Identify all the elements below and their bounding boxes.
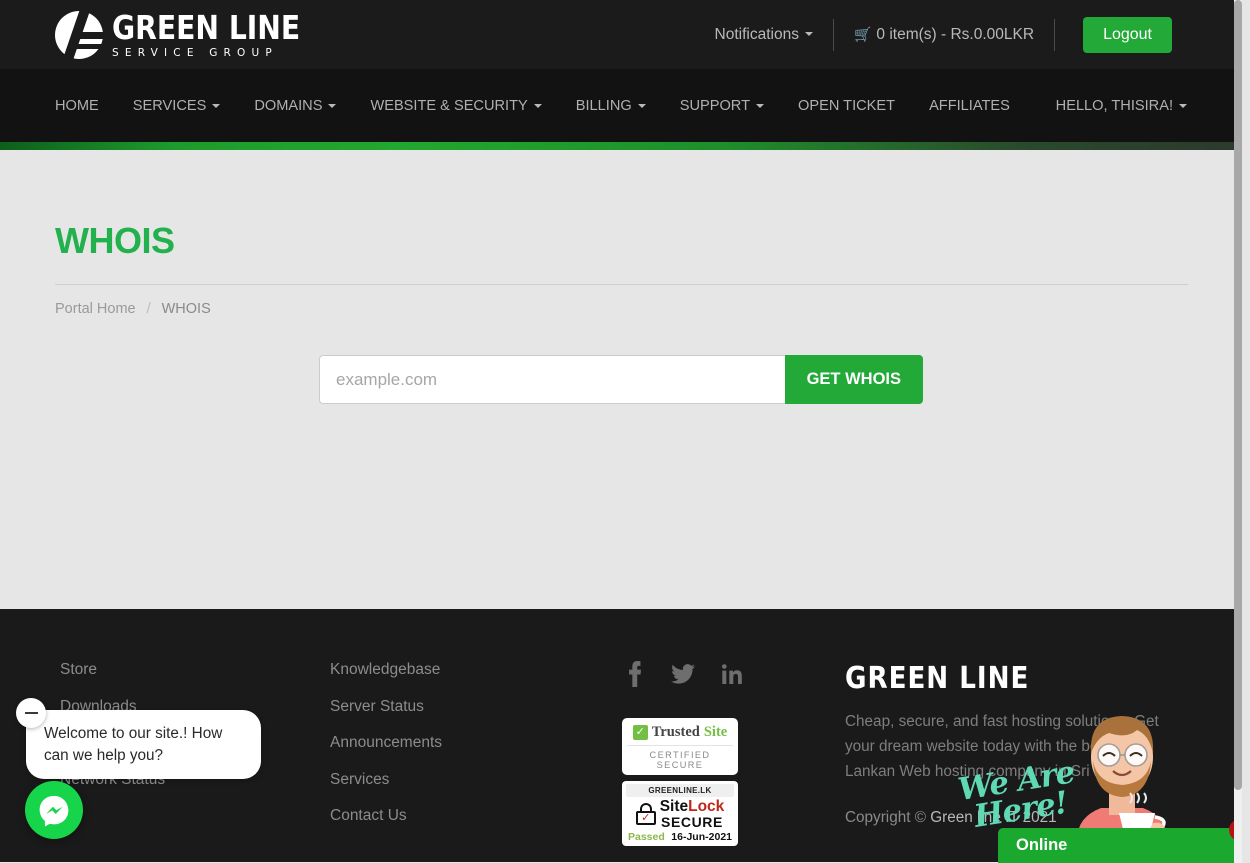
chevron-down-icon bbox=[637, 103, 646, 108]
footer-copyright: Copyright © Green line IT 2021 bbox=[845, 809, 1187, 827]
footer-description: Cheap, secure, and fast hosting solution… bbox=[845, 713, 1159, 780]
accent-strip bbox=[0, 142, 1242, 150]
minimize-icon bbox=[24, 711, 38, 715]
footer-logo: GREEN LINE bbox=[845, 661, 1030, 696]
linkedin-icon[interactable] bbox=[722, 661, 742, 692]
lock-icon: ✓ bbox=[635, 803, 656, 826]
nav-item-domains[interactable]: DOMAINS bbox=[254, 97, 337, 114]
sitelock-name-2: Lock bbox=[688, 798, 725, 815]
nav-item-billing[interactable]: BILLING bbox=[576, 98, 646, 114]
breadcrumb-separator: / bbox=[146, 301, 151, 317]
nav-label: WEBSITE & SECURITY bbox=[370, 97, 528, 114]
sitelock-date: 16-Jun-2021 bbox=[671, 831, 732, 844]
nav-label: OPEN TICKET bbox=[798, 97, 896, 114]
footer-column-support: Knowledgebase Server Status Announcement… bbox=[330, 661, 620, 862]
footer-link-services[interactable]: Services bbox=[330, 771, 620, 789]
logout-button[interactable]: Logout bbox=[1083, 16, 1172, 53]
chevron-down-icon bbox=[533, 103, 542, 108]
get-whois-button[interactable]: GET WHOIS bbox=[784, 355, 923, 404]
chat-minimize-button[interactable] bbox=[16, 698, 46, 728]
chevron-down-icon bbox=[804, 32, 813, 37]
nav-label: DOMAINS bbox=[254, 97, 323, 114]
whois-domain-input[interactable] bbox=[319, 355, 785, 404]
nav-label: BILLING bbox=[575, 97, 632, 114]
page-title: WHOIS bbox=[55, 220, 175, 261]
check-icon: ✓ bbox=[632, 725, 648, 740]
chevron-down-icon bbox=[212, 103, 221, 108]
sitelock-passed: Passed bbox=[628, 831, 665, 844]
notifications-dropdown[interactable]: Notifications bbox=[695, 26, 833, 44]
footer-link-contact-us[interactable]: Contact Us bbox=[330, 807, 620, 825]
footer-link-knowledgebase[interactable]: Knowledgebase bbox=[330, 661, 620, 679]
breadcrumb: Portal Home / WHOIS bbox=[55, 301, 1187, 317]
divider bbox=[1054, 18, 1056, 51]
cart-link[interactable]: 🛒 0 item(s) - Rs.0.00LKR bbox=[834, 26, 1054, 44]
trustedsite-title-2: Site bbox=[703, 724, 728, 740]
trustedsite-subtitle: CERTIFIED SECURE bbox=[627, 745, 733, 770]
logo-mark-icon bbox=[55, 7, 107, 64]
chat-welcome-bubble[interactable]: Welcome to our site.! How can we help yo… bbox=[26, 710, 261, 780]
nav-item-website-security[interactable]: WEBSITE & SECURITY bbox=[370, 97, 542, 114]
sitelock-name-1: Site bbox=[659, 798, 689, 815]
nav-item-user-menu[interactable]: HELLO, THISIRA! bbox=[1056, 98, 1187, 114]
title-divider bbox=[55, 284, 1188, 285]
nav-label: HOME bbox=[55, 97, 99, 114]
nav-label: SUPPORT bbox=[679, 97, 751, 114]
live-chat-online-bar[interactable]: Online 1 bbox=[998, 819, 1242, 863]
page-scrollbar[interactable] bbox=[1234, 0, 1242, 863]
trustedsite-title-1: Trusted bbox=[651, 724, 700, 740]
footer-link-announcements[interactable]: Announcements bbox=[330, 734, 620, 752]
top-bar: GREEN LINE SERVICE GROUP Notifications 🛒… bbox=[0, 0, 1242, 69]
nav-item-support[interactable]: SUPPORT bbox=[679, 97, 765, 114]
main-content: WHOIS Portal Home / WHOIS GET WHOIS bbox=[0, 150, 1242, 609]
trustedsite-badge: ✓ Trusted Site CERTIFIED SECURE bbox=[622, 718, 738, 775]
copyright-prefix: Copyright © bbox=[845, 809, 931, 827]
nav-item-home[interactable]: HOME bbox=[55, 98, 99, 114]
top-bar-right: Notifications 🛒 0 item(s) - Rs.0.00LKR Lo… bbox=[695, 16, 1172, 53]
sitelock-secure: SECURE bbox=[661, 813, 723, 830]
logo-title: GREEN LINE bbox=[112, 7, 301, 47]
main-navigation: HOME SERVICES DOMAINS WEBSITE & SECURITY… bbox=[0, 69, 1242, 142]
nav-user-label: HELLO, THISIRA! bbox=[1055, 97, 1173, 114]
page-root: GREEN LINE SERVICE GROUP Notifications 🛒… bbox=[0, 0, 1242, 863]
notifications-label: Notifications bbox=[714, 25, 799, 43]
logo-subtitle: SERVICE GROUP bbox=[112, 46, 278, 59]
site-logo[interactable]: GREEN LINE SERVICE GROUP bbox=[55, 7, 310, 64]
chevron-down-icon bbox=[1179, 103, 1187, 108]
nav-item-services[interactable]: SERVICES bbox=[133, 98, 221, 114]
social-links bbox=[620, 661, 845, 692]
facebook-icon[interactable] bbox=[625, 661, 644, 692]
online-label: Online bbox=[1016, 836, 1068, 854]
scrollbar-thumb[interactable] bbox=[1234, 0, 1242, 790]
sitelock-badge: GREENLINE.LK ✓ SiteLock SECURE Passed 16… bbox=[622, 781, 738, 847]
chevron-down-icon bbox=[756, 103, 765, 108]
breadcrumb-portal-home[interactable]: Portal Home bbox=[55, 301, 136, 317]
chevron-down-icon bbox=[328, 103, 337, 108]
cart-label: 0 item(s) - Rs.0.00LKR bbox=[876, 25, 1035, 43]
cart-icon: 🛒 bbox=[853, 25, 872, 42]
nav-item-open-ticket[interactable]: OPEN TICKET bbox=[798, 98, 895, 114]
whois-search-form: GET WHOIS bbox=[319, 355, 923, 404]
footer-column-badges: ✓ Trusted Site CERTIFIED SECURE GREENLINE… bbox=[620, 661, 845, 862]
sitelock-domain: GREENLINE.LK bbox=[626, 784, 734, 797]
copyright-company: Green line IT 2021 bbox=[930, 809, 1057, 827]
breadcrumb-current: WHOIS bbox=[161, 301, 211, 317]
footer-link-store[interactable]: Store bbox=[60, 661, 330, 679]
messenger-button[interactable] bbox=[25, 781, 83, 839]
messenger-icon bbox=[39, 795, 69, 827]
twitter-icon[interactable] bbox=[671, 661, 695, 692]
nav-item-affiliates[interactable]: AFFILIATES bbox=[929, 98, 1010, 114]
footer-link-server-status[interactable]: Server Status bbox=[330, 698, 620, 716]
nav-label: AFFILIATES bbox=[929, 97, 1010, 114]
nav-label: SERVICES bbox=[132, 97, 207, 114]
